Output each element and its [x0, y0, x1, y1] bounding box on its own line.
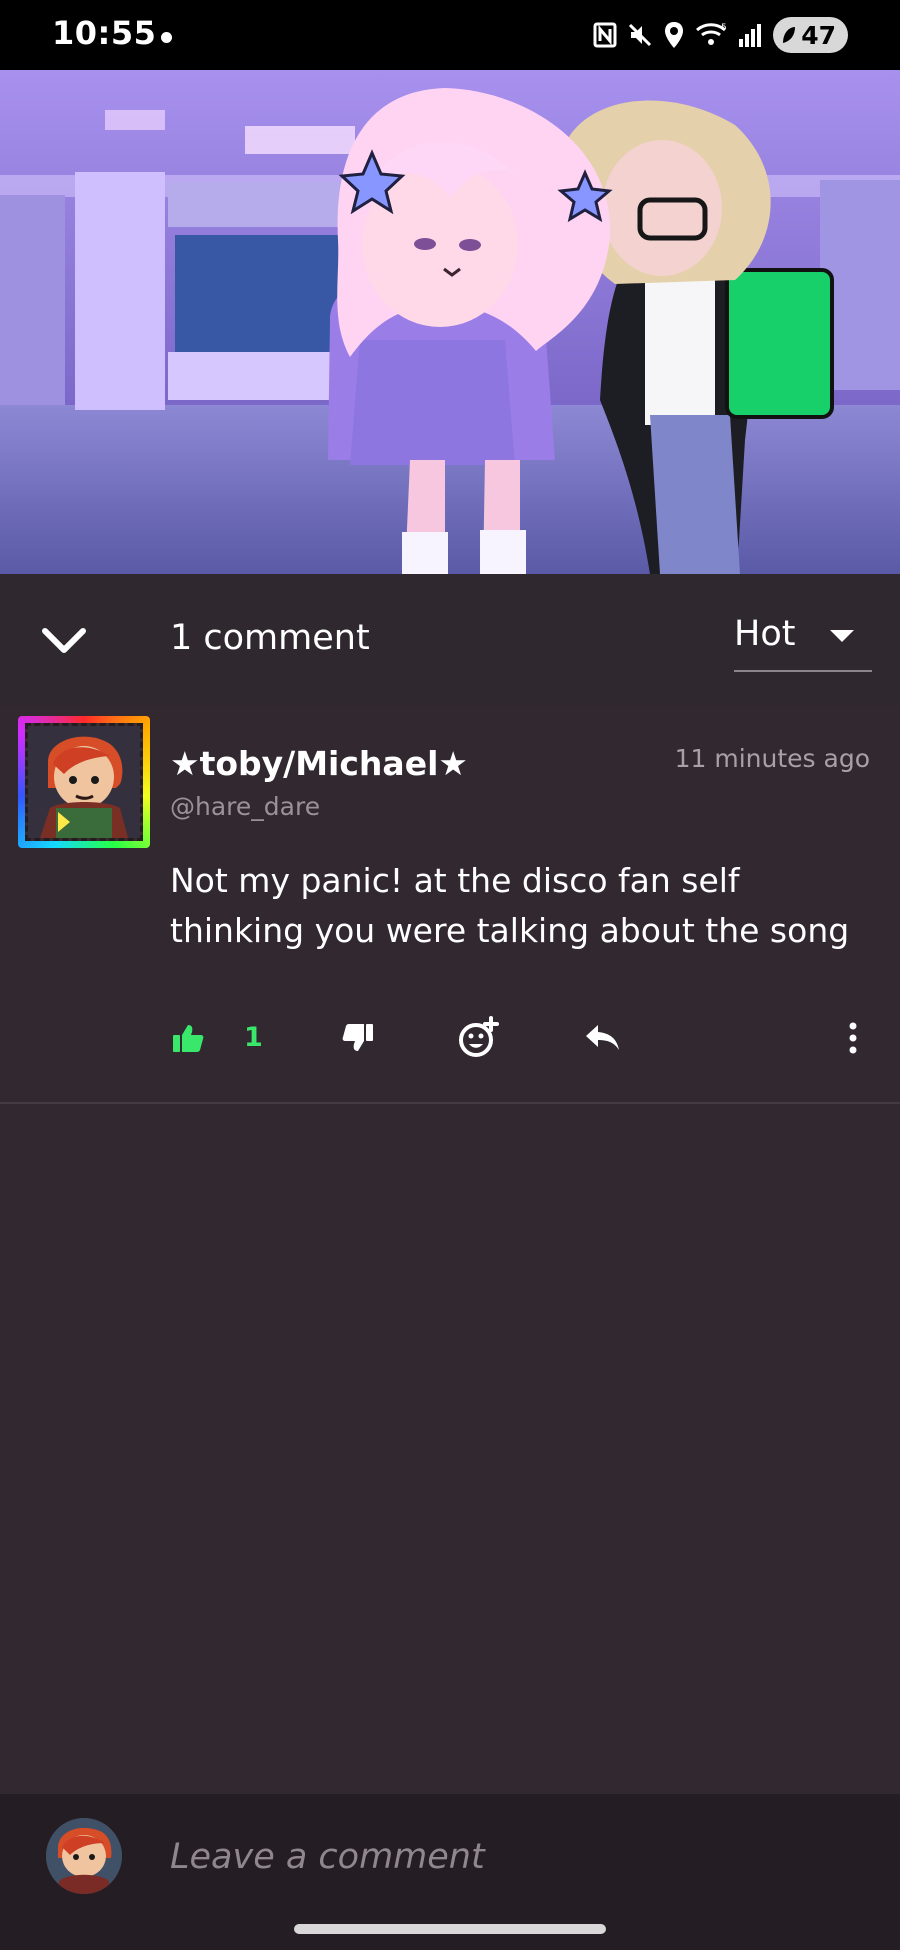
add-emoji-icon	[459, 1016, 499, 1057]
comment-input[interactable]	[170, 1822, 830, 1892]
comment-item: ★toby/Michael★ @hare_dare 11 minutes ago…	[0, 706, 900, 1104]
location-icon	[665, 22, 684, 48]
more-vertical-icon	[849, 1022, 857, 1054]
like-button[interactable]	[170, 1014, 206, 1062]
nfc-icon	[593, 22, 617, 48]
status-time: 10:55	[52, 14, 157, 52]
battery-indicator: 47	[773, 17, 848, 53]
battery-percentage: 47	[801, 20, 836, 50]
user-avatar-icon	[46, 1818, 122, 1894]
like-count: 1	[244, 1022, 263, 1053]
chevron-down-icon	[42, 628, 86, 653]
thumbs-down-icon	[342, 1024, 373, 1051]
dislike-button[interactable]	[340, 1014, 376, 1062]
comment-count: 1 comment	[170, 618, 370, 658]
video-frame	[0, 70, 900, 574]
collapse-comments-button[interactable]	[36, 614, 92, 666]
wifi-icon: 5	[696, 23, 727, 45]
current-user-avatar[interactable]	[46, 1818, 122, 1894]
reply-button[interactable]	[582, 1014, 622, 1062]
notification-dot	[161, 32, 172, 43]
add-emoji-reaction-button[interactable]	[456, 1014, 500, 1062]
reply-icon	[586, 1025, 619, 1050]
home-indicator[interactable]	[294, 1924, 606, 1934]
more-options-button[interactable]	[838, 1014, 868, 1062]
commenter-avatar[interactable]	[18, 716, 150, 848]
svg-text:5: 5	[721, 23, 727, 33]
thumbs-up-icon	[173, 1025, 204, 1052]
dropdown-arrow-icon	[830, 630, 854, 642]
status-icons: 5 47	[593, 17, 848, 53]
video-player[interactable]	[0, 70, 900, 574]
comment-username[interactable]: ★toby/Michael★	[170, 744, 468, 783]
muted-icon	[629, 23, 652, 47]
sort-label: Hot	[734, 614, 796, 654]
comment-actions: 1	[0, 1006, 900, 1070]
status-bar: 10:55 5 47	[0, 0, 900, 70]
comments-header: 1 comment Hot	[0, 574, 900, 706]
cartoon-avatar-icon	[28, 726, 140, 838]
signal-icon	[739, 24, 762, 47]
comment-handle[interactable]: @hare_dare	[170, 792, 320, 821]
avatar-image	[25, 723, 143, 841]
battery-saver-icon	[783, 27, 796, 43]
comment-timestamp: 11 minutes ago	[674, 744, 870, 773]
sort-dropdown[interactable]: Hot	[734, 606, 872, 672]
comment-body: Not my panic! at the disco fan self thin…	[170, 861, 850, 950]
